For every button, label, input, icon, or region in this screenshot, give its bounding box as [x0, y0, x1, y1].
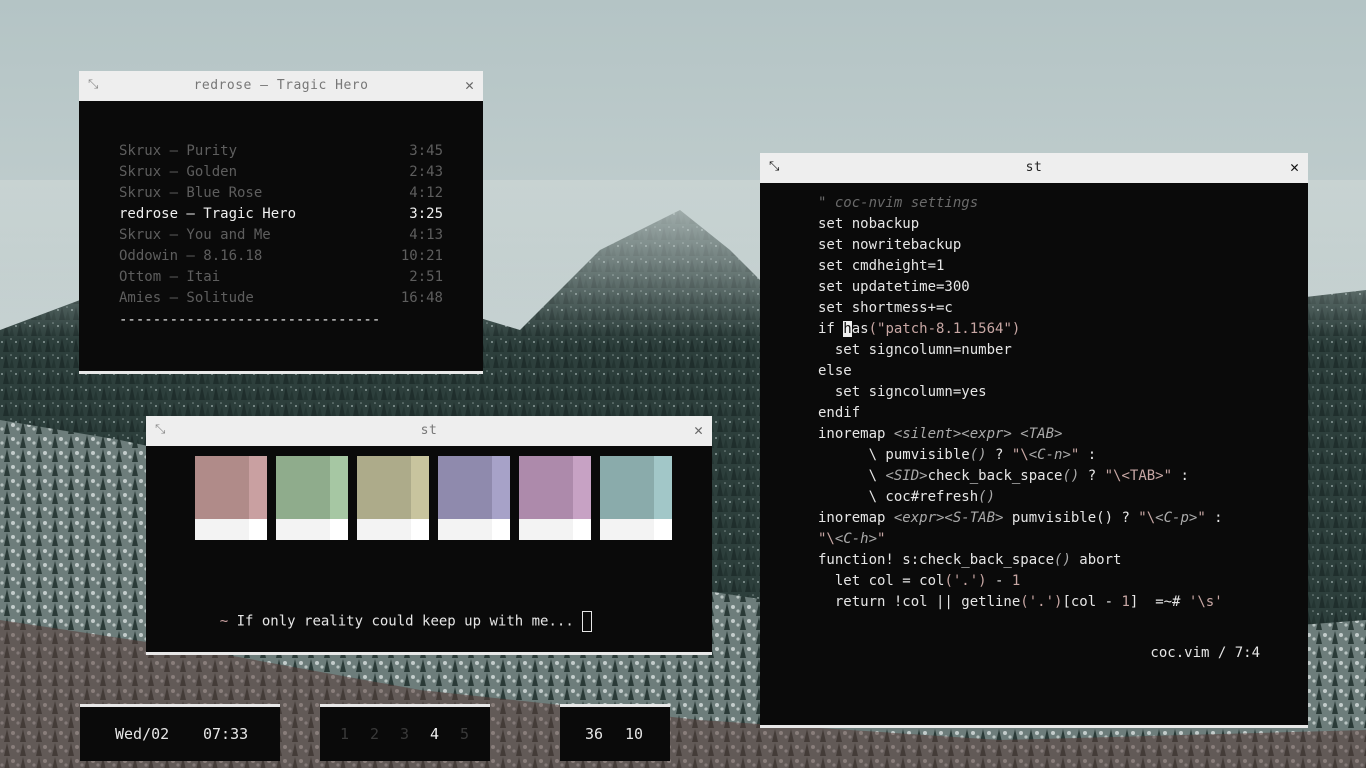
swatch-part	[573, 456, 591, 519]
swatch-part	[330, 519, 348, 540]
track-name: Skrux – You and Me	[119, 227, 271, 243]
swatch-part	[492, 456, 510, 519]
color-swatch	[519, 456, 591, 540]
track-duration: 4:12	[409, 185, 443, 201]
progress-line: -------------------------------	[119, 312, 381, 328]
track-duration: 16:48	[400, 290, 443, 306]
vim-status: coc.vim / 7:4	[1150, 645, 1260, 661]
swatch-part	[411, 456, 429, 519]
window-title: redrose – Tragic Hero	[193, 78, 369, 93]
swatch-part	[438, 456, 492, 519]
track-row[interactable]: Skrux – Blue Rose 4:12	[119, 183, 443, 204]
date-text: Wed/02	[115, 725, 170, 743]
vim-cursor: h	[843, 321, 852, 337]
window-title: st	[1025, 160, 1043, 175]
workspace-4[interactable]: 4	[430, 725, 439, 743]
track-name: Ottom – Itai	[119, 269, 221, 285]
workspace-bar: 1 2 3 4 5	[320, 704, 490, 761]
color-swatch	[600, 456, 672, 540]
swatch-part	[492, 519, 510, 540]
track-duration: 3:25	[409, 206, 443, 222]
code-comment: " coc-nvim settings	[818, 195, 979, 211]
prompt-text: If only reality could keep up with me...	[236, 613, 574, 630]
track-row[interactable]: Amies – Solitude 16:48	[119, 288, 443, 309]
track-duration: 2:51	[409, 269, 443, 285]
track-name: Amies – Solitude	[119, 290, 254, 306]
track-duration: 10:21	[400, 248, 443, 264]
track-duration: 2:43	[409, 164, 443, 180]
swatch-part	[357, 456, 411, 519]
swatch-part	[195, 519, 249, 540]
stat-b-text: 10	[625, 725, 644, 743]
swatch-part	[411, 519, 429, 540]
track-name: redrose – Tragic Hero	[119, 206, 297, 222]
track-name: Skrux – Golden	[119, 164, 238, 180]
track-duration: 3:45	[409, 143, 443, 159]
track-row[interactable]: Skrux – Golden 2:43	[119, 162, 443, 183]
color-swatch	[357, 456, 429, 540]
color-palette-window: ⤡ st ✕ ~ If only reality could keep up w…	[146, 416, 712, 655]
music-titlebar[interactable]: ⤡ redrose – Tragic Hero ✕	[79, 71, 483, 101]
track-row[interactable]: Skrux – Purity 3:45	[119, 141, 443, 162]
swatch-part	[330, 456, 348, 519]
track-name: Oddowin – 8.16.18	[119, 248, 263, 264]
swatch-part	[519, 519, 573, 540]
swatch-part	[249, 456, 267, 519]
palette-titlebar[interactable]: ⤡ st ✕	[146, 416, 712, 446]
prompt-symbol: ~	[219, 613, 229, 630]
swatch-part	[600, 519, 654, 540]
track-row[interactable]: Ottom – Itai 2:51	[119, 267, 443, 288]
swatch-part	[276, 519, 330, 540]
swatch-part	[519, 456, 573, 519]
track-row[interactable]: Oddowin – 8.16.18 10:21	[119, 246, 443, 267]
swatch-part	[573, 519, 591, 540]
time-text: 07:33	[203, 725, 249, 743]
shell-prompt[interactable]: ~ If only reality could keep up with me.…	[186, 590, 593, 654]
track-name: Skrux – Blue Rose	[119, 185, 263, 201]
vim-editor-window: ⤡ st ✕ " coc-nvim settings set nobackup …	[760, 153, 1308, 728]
close-icon[interactable]: ✕	[465, 76, 474, 94]
stats-bar: 36 10	[560, 704, 670, 761]
text-cursor	[582, 611, 593, 632]
track-duration: 4:13	[409, 227, 443, 243]
swatch-part	[438, 519, 492, 540]
close-icon[interactable]: ✕	[1290, 158, 1299, 176]
code-buffer[interactable]: " coc-nvim settings set nobackup set now…	[818, 193, 1223, 613]
swatch-part	[249, 519, 267, 540]
stat-a-text: 36	[585, 725, 604, 743]
music-player-window: ⤡ redrose – Tragic Hero ✕ Skrux – Purity…	[79, 71, 483, 374]
track-row[interactable]: Skrux – You and Me 4:13	[119, 225, 443, 246]
workspace-1[interactable]: 1	[340, 725, 349, 743]
workspace-2[interactable]: 2	[370, 725, 379, 743]
track-name: Skrux – Purity	[119, 143, 238, 159]
color-swatch	[195, 456, 267, 540]
color-swatch	[438, 456, 510, 540]
track-row[interactable]: redrose – Tragic Hero 3:25	[119, 204, 443, 225]
clock-bar: Wed/02 07:33	[80, 704, 280, 761]
swatch-part	[357, 519, 411, 540]
color-swatch	[276, 456, 348, 540]
swatch-part	[195, 456, 249, 519]
workspace-5[interactable]: 5	[460, 725, 469, 743]
swatch-part	[276, 456, 330, 519]
window-title: st	[420, 423, 438, 438]
swatch-part	[654, 519, 672, 540]
workspace-3[interactable]: 3	[400, 725, 409, 743]
close-icon[interactable]: ✕	[694, 421, 703, 439]
swatch-part	[600, 456, 654, 519]
editor-titlebar[interactable]: ⤡ st ✕	[760, 153, 1308, 183]
swatch-part	[654, 456, 672, 519]
